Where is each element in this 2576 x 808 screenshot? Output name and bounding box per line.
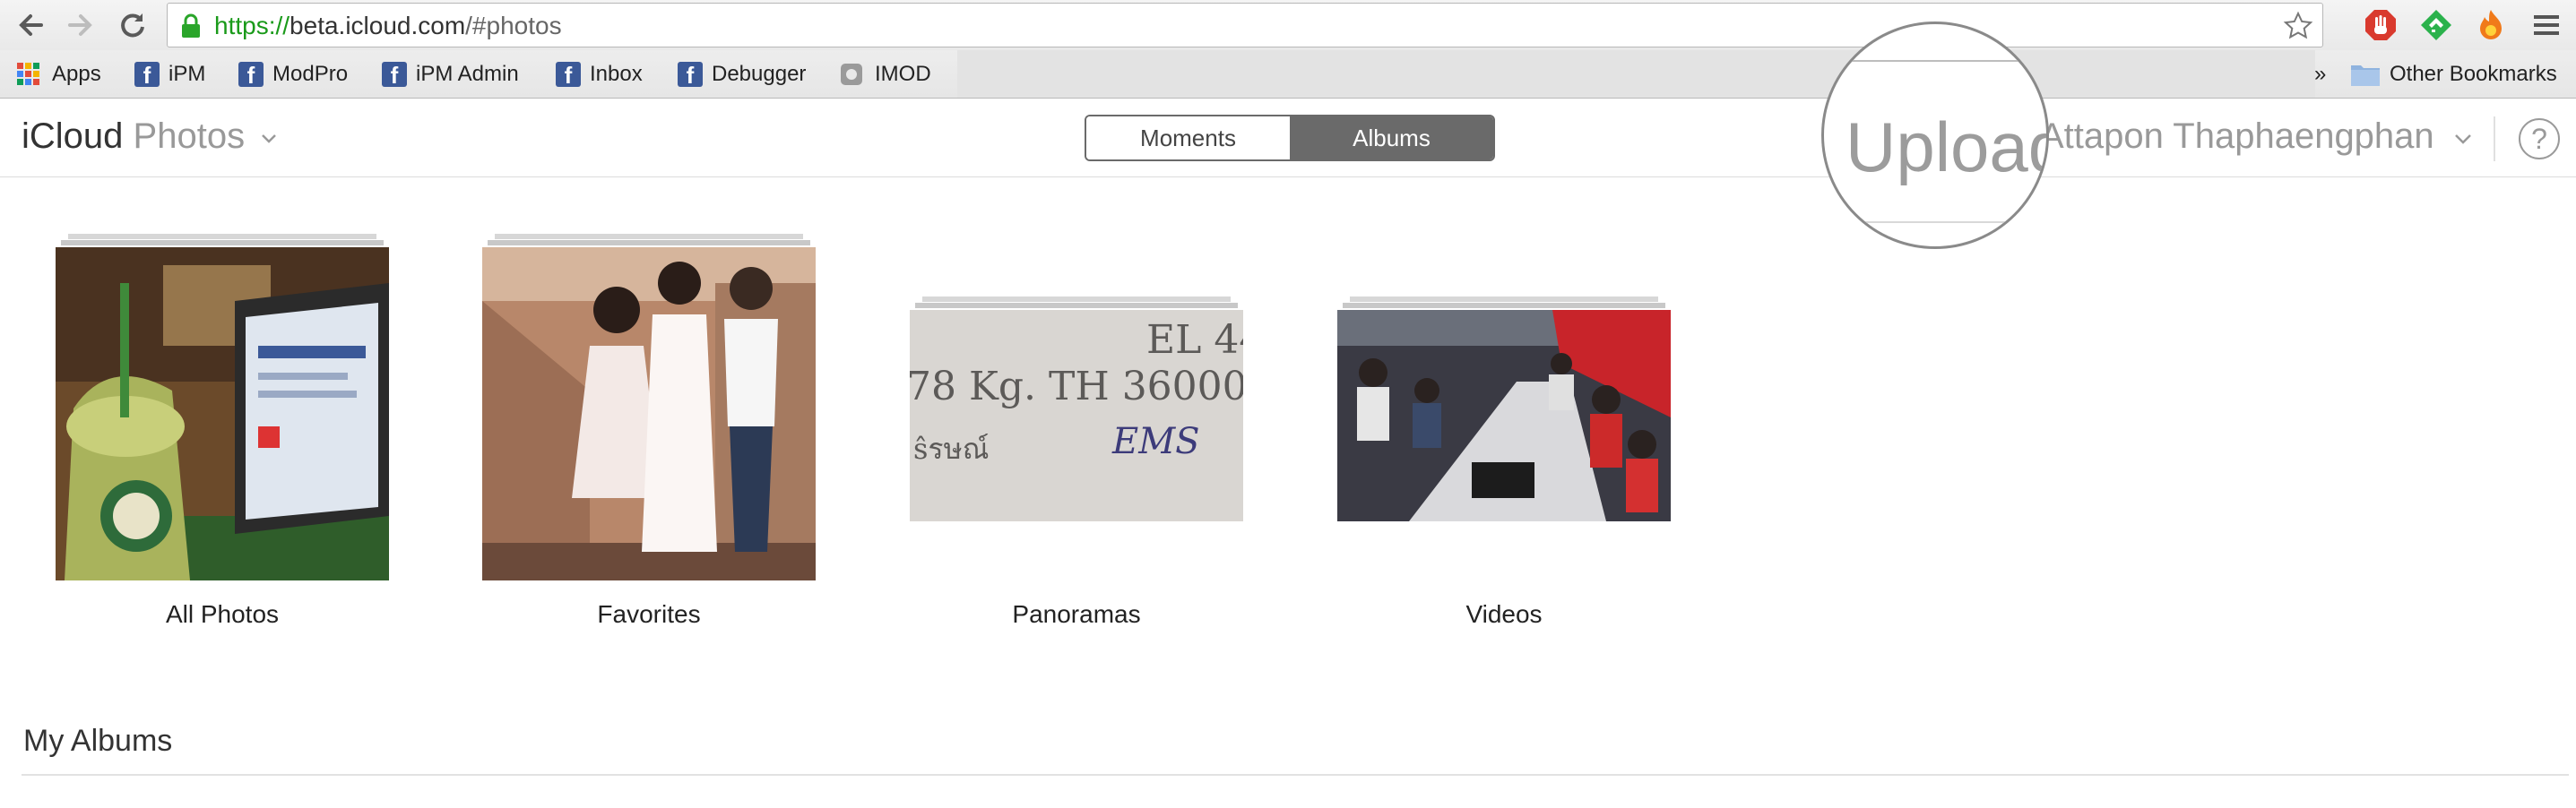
app-name: Photos xyxy=(133,116,246,156)
account-menu[interactable]: Attapon Thaphaengphan xyxy=(2040,116,2473,157)
album-label-all-photos: All Photos xyxy=(165,600,280,628)
bookmark-label: iPM Admin xyxy=(416,62,519,86)
upload-magnifier-callout: Upload xyxy=(1821,21,2049,249)
facebook-icon: f xyxy=(382,62,407,87)
forward-arrow-icon xyxy=(68,14,92,36)
apps-grid-icon xyxy=(17,63,39,85)
note-line-2: 78 Kg. TH 36000 xyxy=(910,364,1243,409)
note-handwriting: EMS xyxy=(1112,421,1200,462)
bookmark-inbox[interactable]: f Inbox xyxy=(556,58,643,90)
bookmark-label: IMOD xyxy=(875,62,931,86)
url-text: https://beta.icloud.com/#photos xyxy=(214,13,562,39)
facebook-icon: f xyxy=(678,62,703,87)
album-favorites[interactable] xyxy=(482,231,816,586)
user-name: Attapon Thaphaengphan xyxy=(2040,116,2434,156)
app-switcher[interactable]: iCloud Photos xyxy=(22,116,278,157)
album-videos[interactable] xyxy=(1337,294,1671,527)
bookmark-debugger[interactable]: f Debugger xyxy=(678,58,806,90)
bookmark-label: Debugger xyxy=(712,62,807,86)
tab-moments[interactable]: Moments xyxy=(1086,116,1290,159)
album-stack-edge xyxy=(495,234,803,239)
bookmarks-bar-empty-area xyxy=(957,50,2315,98)
overflow-chevron-icon: » xyxy=(2314,62,2327,86)
browser-menu-button[interactable] xyxy=(2529,8,2563,42)
reload-icon xyxy=(121,13,144,38)
reload-button[interactable] xyxy=(115,7,151,43)
magnified-header-border xyxy=(1824,221,2046,223)
help-button[interactable]: ? xyxy=(2519,118,2560,159)
album-cover-image: EL 44 78 Kg. TH 36000 ŝรษณ์ EMS xyxy=(910,310,1243,521)
browser-toolbar: https://beta.icloud.com/#photos xyxy=(0,0,2576,50)
album-stack-edge xyxy=(1350,297,1658,302)
icloud-header: iCloud Photos Moments Albums Attapon Tha… xyxy=(0,99,2576,177)
album-label-panoramas: Panoramas xyxy=(1012,600,1141,628)
facebook-icon: f xyxy=(134,62,160,87)
folder-icon xyxy=(2351,65,2380,86)
flame-extension[interactable] xyxy=(2474,8,2508,42)
view-segmented-control: Moments Albums xyxy=(1085,115,1495,161)
facebook-icon: f xyxy=(556,62,581,87)
bookmark-ipm[interactable]: f iPM xyxy=(134,58,205,90)
url-host: beta.icloud.com xyxy=(290,12,466,39)
section-title-my-albums: My Albums xyxy=(23,724,173,758)
album-stack-edge xyxy=(922,297,1231,302)
chevron-down-icon xyxy=(262,134,277,144)
album-cover-image xyxy=(1337,310,1671,521)
bookmark-label: ModPro xyxy=(272,62,349,86)
bookmark-ipm-admin[interactable]: f iPM Admin xyxy=(382,58,519,90)
url-path: /#photos xyxy=(465,12,562,39)
other-bookmarks-folder[interactable]: Other Bookmarks xyxy=(2350,58,2557,90)
album-stack-edge xyxy=(915,303,1238,308)
other-bookmarks-label: Other Bookmarks xyxy=(2390,62,2557,86)
stop-hand-icon xyxy=(2365,10,2396,40)
chevron-down-icon xyxy=(2454,134,2471,145)
feedly-icon xyxy=(2421,10,2451,40)
bookmark-modpro[interactable]: f ModPro xyxy=(238,58,348,90)
hamburger-menu-icon xyxy=(2534,15,2559,35)
album-panoramas[interactable]: EL 44 78 Kg. TH 36000 ŝรษณ์ EMS xyxy=(910,294,1243,527)
bookmark-label: iPM xyxy=(169,62,206,86)
bookmark-apps[interactable]: Apps xyxy=(16,58,101,90)
back-button[interactable] xyxy=(13,7,48,43)
feedly-extension[interactable] xyxy=(2419,8,2453,42)
album-stack-edge xyxy=(61,240,384,245)
page-icon xyxy=(841,64,862,85)
bookmark-label: Apps xyxy=(52,62,101,86)
bookmark-star-icon[interactable] xyxy=(2283,11,2313,41)
forward-button[interactable] xyxy=(63,7,99,43)
album-stack-edge xyxy=(1343,303,1665,308)
adblock-extension[interactable] xyxy=(2364,8,2398,42)
magnified-toolbar-edge xyxy=(1824,60,2046,62)
bookmarks-overflow-button[interactable]: » xyxy=(2314,58,2326,90)
album-cover-image xyxy=(482,247,816,580)
url-scheme: https:// xyxy=(214,12,290,39)
icloud-brand: iCloud xyxy=(22,116,124,156)
tab-albums[interactable]: Albums xyxy=(1290,116,1493,159)
album-label-videos: Videos xyxy=(1465,600,1543,628)
section-divider xyxy=(22,774,2569,776)
lock-icon xyxy=(182,13,200,38)
upload-button[interactable]: Upload xyxy=(1846,107,2046,188)
back-arrow-icon xyxy=(19,14,43,36)
note-line-1: EL 44 xyxy=(1146,317,1243,363)
album-stack-edge xyxy=(488,240,810,245)
facebook-icon: f xyxy=(238,62,264,87)
album-label-favorites: Favorites xyxy=(597,600,701,628)
note-line-3: ŝรษณ์ xyxy=(913,432,990,466)
bookmark-imod[interactable]: IMOD xyxy=(839,58,931,90)
header-divider xyxy=(2494,116,2495,161)
album-cover-image xyxy=(56,247,389,580)
album-all-photos[interactable] xyxy=(56,231,389,586)
flame-icon xyxy=(2480,10,2502,39)
bookmark-label: Inbox xyxy=(590,62,643,86)
album-stack-edge xyxy=(68,234,376,239)
